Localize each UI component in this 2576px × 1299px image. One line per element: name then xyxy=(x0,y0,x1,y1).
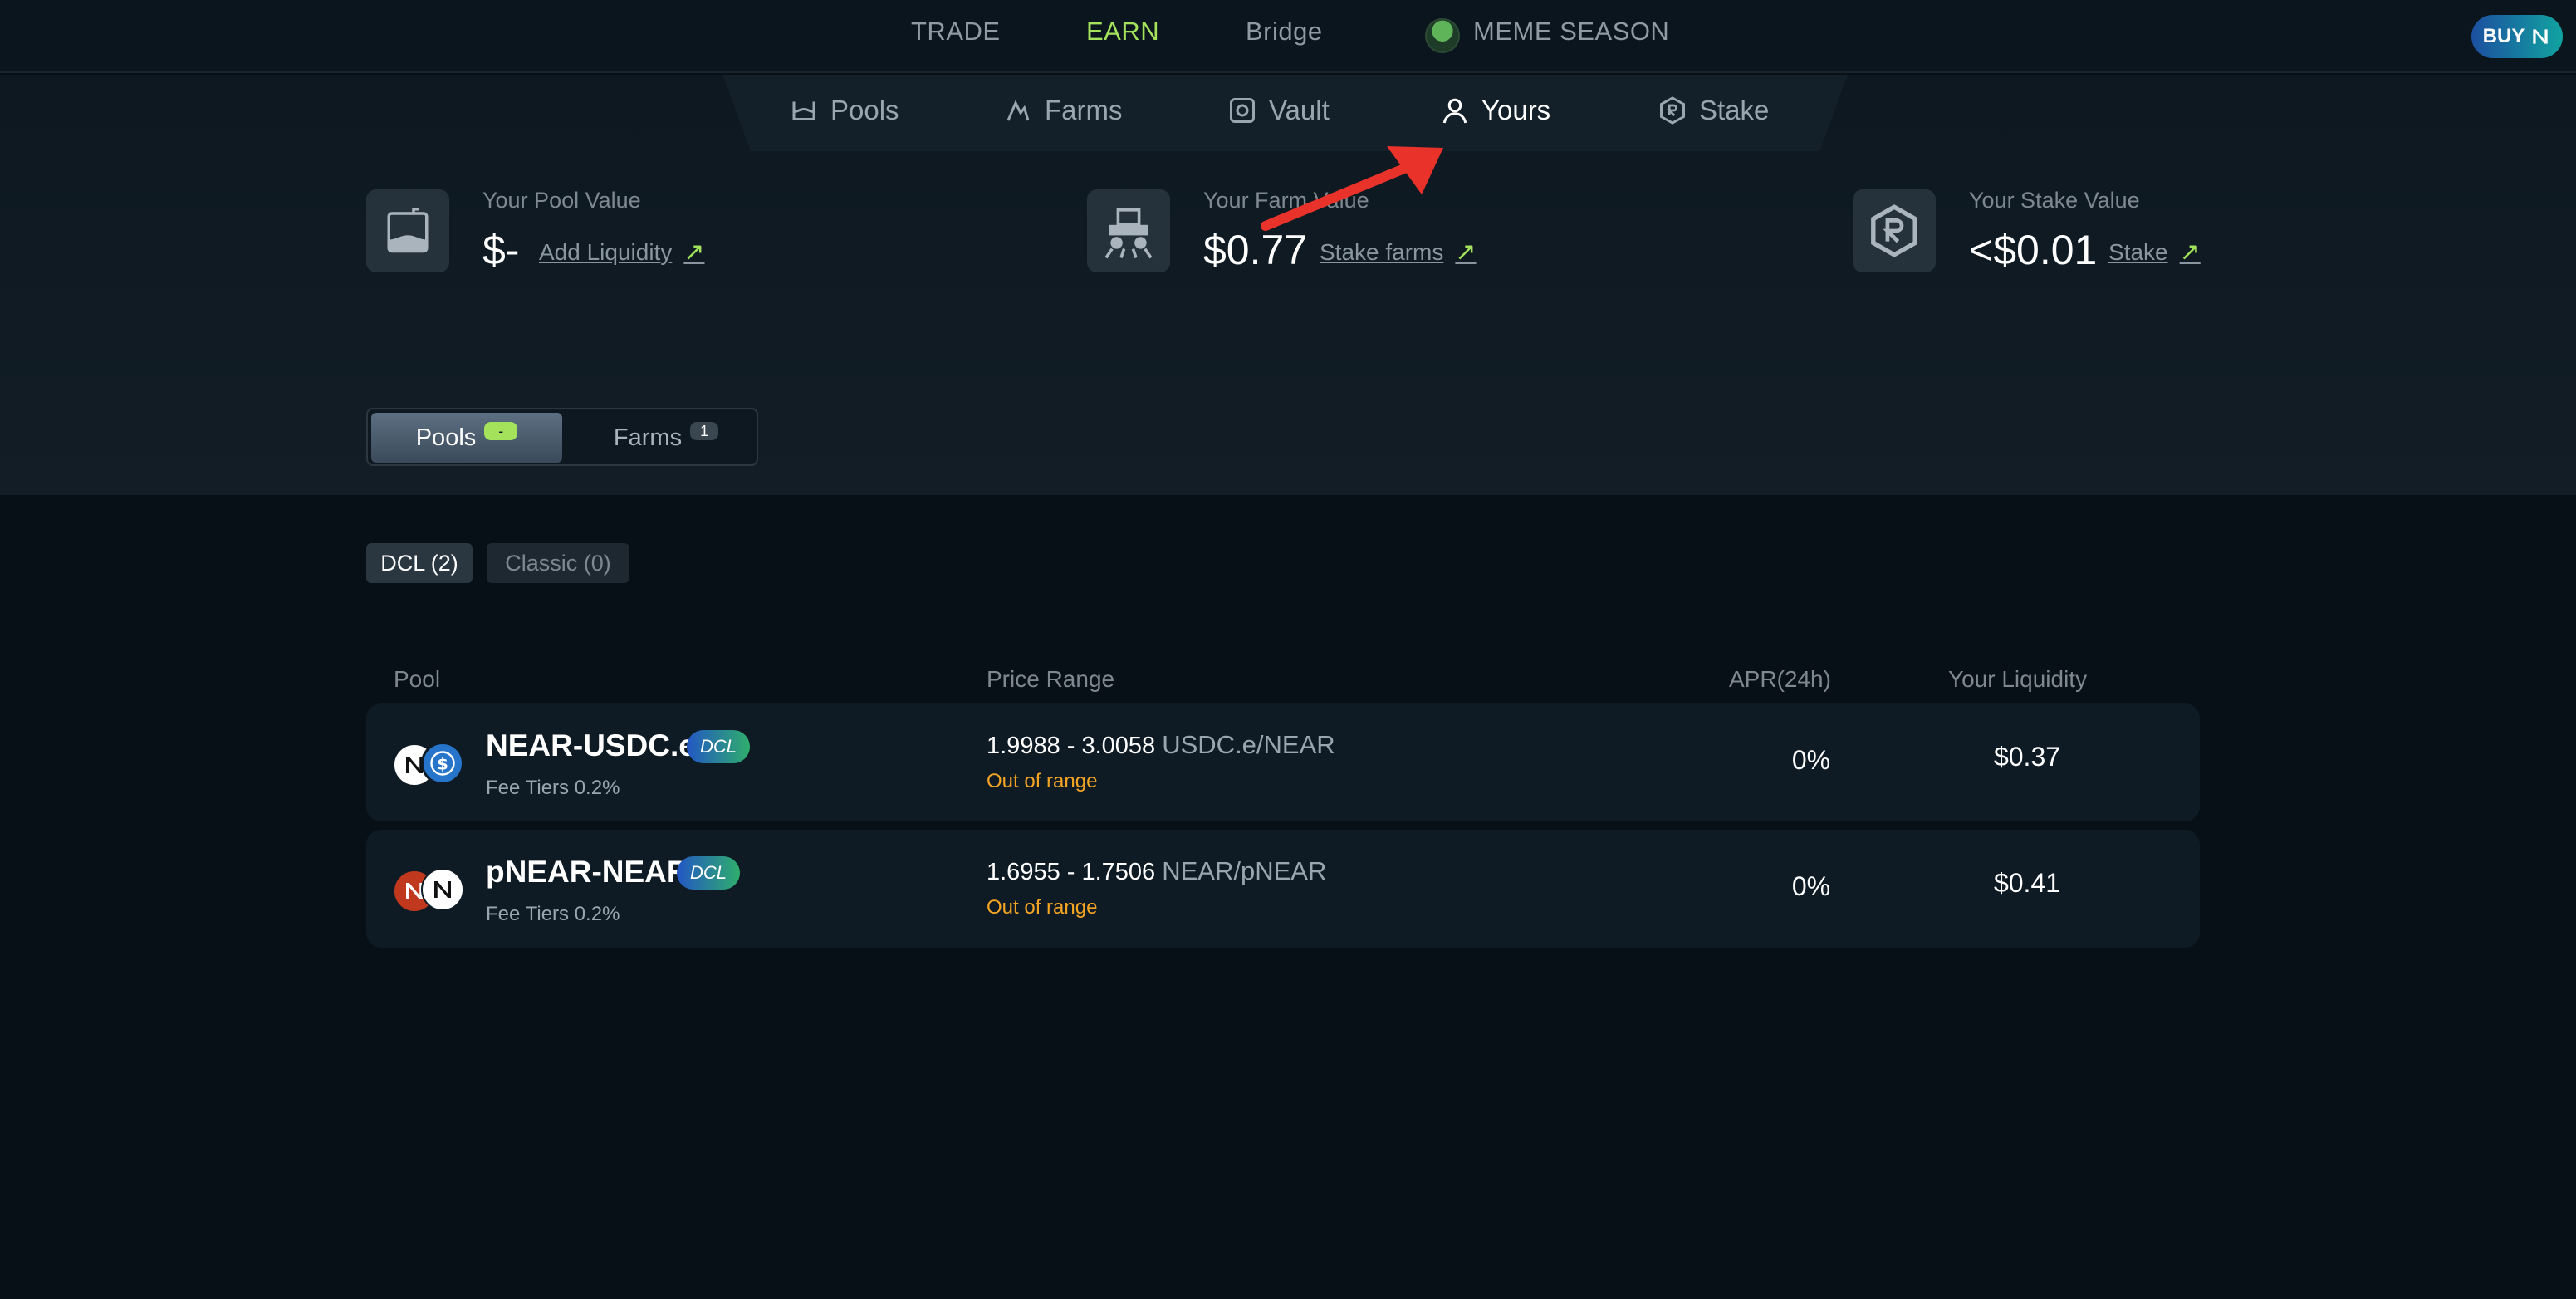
price-range-unit: NEAR/pNEAR xyxy=(1162,856,1327,885)
tab-pools[interactable]: Pools xyxy=(789,95,899,126)
liquidity-value: $0.41 xyxy=(1993,868,2061,898)
price-range-values: 1.9988 - 3.0058 xyxy=(987,733,1156,759)
vault-icon xyxy=(1230,98,1255,123)
add-liquidity-label: Add Liquidity xyxy=(539,238,673,265)
dcl-badge: DCL xyxy=(677,856,740,890)
apr-value: 0% xyxy=(1791,745,1831,775)
table-row[interactable]: $ NEAR-USDC.e DCL Fee Tiers 0.2% 1.9988 … xyxy=(366,703,2200,821)
near-logo-icon xyxy=(2533,29,2548,44)
tab-yours-label: Yours xyxy=(1481,95,1551,125)
stake-value-label: Your Stake Value xyxy=(1969,188,2140,213)
fee-tier: Fee Tiers 0.2% xyxy=(486,777,620,799)
token-pair-icons xyxy=(393,868,468,914)
toggle-farms[interactable]: Farms 1 xyxy=(579,413,753,463)
table-row[interactable]: pNEAR-NEAR DCL Fee Tiers 0.2% 1.6955 - 1… xyxy=(366,830,2200,948)
stake-value: <$0.01 xyxy=(1969,227,2098,273)
pool-value-label: Your Pool Value xyxy=(482,188,641,213)
price-range: 1.9988 - 3.0058 USDC.e/NEAR xyxy=(987,730,1335,760)
tab-vault-label: Vault xyxy=(1269,95,1330,125)
fee-tier: Fee Tiers 0.2% xyxy=(486,903,620,925)
pool-value: $- xyxy=(482,227,520,273)
pool-value-icon xyxy=(366,189,449,272)
token-pair-icons: $ xyxy=(393,742,468,788)
stake-value-icon xyxy=(1853,189,1936,272)
pool-pair-name: pNEAR-NEAR xyxy=(486,855,689,889)
toggle-farms-label: Farms xyxy=(613,424,683,451)
filter-dcl[interactable]: DCL (2) xyxy=(366,543,473,583)
filter-classic[interactable]: Classic (0) xyxy=(487,543,629,583)
header-price-range: Price Range xyxy=(987,666,1115,692)
tab-stake[interactable]: Stake xyxy=(1658,95,1769,126)
stake-link[interactable]: Stake ↗ xyxy=(2108,238,2201,267)
buy-near-button[interactable]: BUY xyxy=(2471,15,2563,58)
price-range-values: 1.6955 - 1.7506 xyxy=(987,859,1156,885)
svg-text:$: $ xyxy=(437,755,448,774)
tab-yours[interactable]: Yours xyxy=(1440,95,1550,126)
nav-bridge[interactable]: Bridge xyxy=(1246,17,1323,47)
pools-count-badge: - xyxy=(484,422,518,440)
tab-stake-label: Stake xyxy=(1699,95,1770,125)
nav-trade[interactable]: TRADE xyxy=(911,17,1001,47)
liquidity-value: $0.37 xyxy=(1993,742,2061,772)
stake-farms-label: Stake farms xyxy=(1320,238,1444,265)
nav-earn[interactable]: EARN xyxy=(1086,17,1159,47)
header-your-liquidity: Your Liquidity xyxy=(1948,666,2088,692)
nav-meme-season[interactable]: MEME SEASON xyxy=(1473,17,1669,47)
price-range-unit: USDC.e/NEAR xyxy=(1162,730,1335,759)
meme-season-icon xyxy=(1425,18,1460,53)
add-liquidity-link[interactable]: Add Liquidity ↗ xyxy=(539,238,704,267)
farms-count-badge: 1 xyxy=(690,422,719,440)
arrow-up-right-icon: ↗ xyxy=(1455,238,1477,266)
tab-vault[interactable]: Vault xyxy=(1227,95,1330,126)
header-apr: APR(24h) xyxy=(1729,666,1831,692)
farm-icon xyxy=(1006,100,1030,121)
stake-farms-link[interactable]: Stake farms ↗ xyxy=(1320,238,1477,267)
user-icon xyxy=(1442,98,1467,124)
pool-icon xyxy=(792,101,815,120)
pool-pair-name: NEAR-USDC.e xyxy=(486,728,696,762)
toggle-pools[interactable]: Pools - xyxy=(371,413,562,463)
farm-value-icon xyxy=(1087,189,1170,272)
tab-pools-label: Pools xyxy=(830,95,899,125)
dcl-badge: DCL xyxy=(687,730,750,763)
pools-farms-toggle: Pools - Farms 1 xyxy=(366,408,758,466)
near-token-icon xyxy=(421,868,464,911)
toggle-pools-label: Pools xyxy=(415,424,477,451)
range-status: Out of range xyxy=(987,896,1098,919)
stake-icon xyxy=(1660,96,1685,125)
apr-value: 0% xyxy=(1791,871,1831,901)
header-pool: Pool xyxy=(394,666,441,692)
stake-link-label: Stake xyxy=(2108,238,2168,265)
tab-farms-label: Farms xyxy=(1045,95,1123,125)
usdc-token-icon: $ xyxy=(421,742,464,785)
range-status: Out of range xyxy=(987,770,1098,792)
arrow-up-right-icon: ↗ xyxy=(683,238,705,266)
tab-farms[interactable]: Farms xyxy=(1003,95,1123,126)
arrow-up-right-icon: ↗ xyxy=(2179,238,2201,266)
price-range: 1.6955 - 1.7506 NEAR/pNEAR xyxy=(987,856,1326,886)
annotation-arrow xyxy=(1261,146,1443,231)
buy-label: BUY xyxy=(2482,25,2525,47)
top-navigation-bar: TRADE EARN Bridge MEME SEASON BUY xyxy=(0,0,2576,73)
